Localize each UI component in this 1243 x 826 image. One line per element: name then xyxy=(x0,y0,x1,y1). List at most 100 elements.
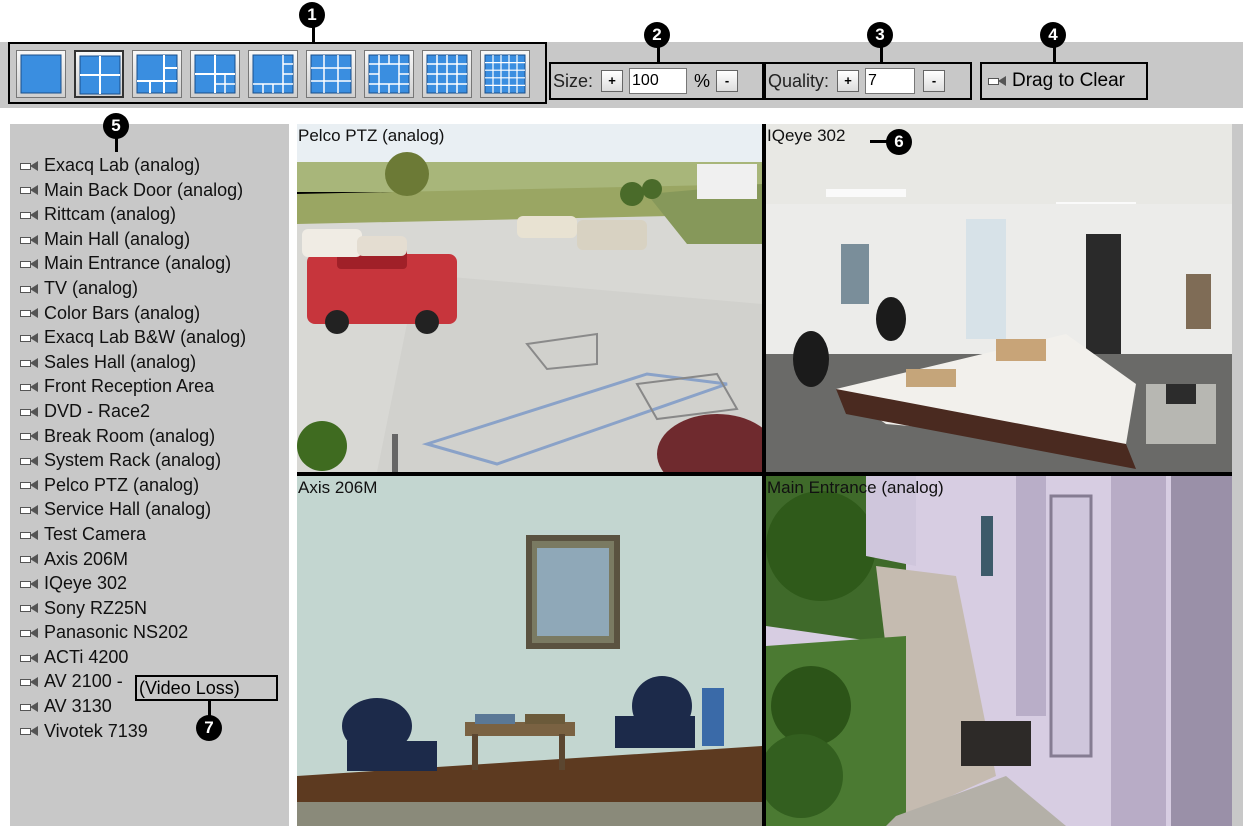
camera-list-item[interactable]: Service Hall (analog) xyxy=(20,497,246,522)
camera-icon xyxy=(20,505,38,516)
camera-icon xyxy=(20,726,38,737)
callout-line xyxy=(312,26,315,44)
camera-icon xyxy=(20,677,38,688)
camera-name: Main Hall (analog) xyxy=(44,228,191,249)
drag-to-clear-target[interactable]: Drag to Clear xyxy=(980,62,1148,100)
layout-1plus12-button[interactable] xyxy=(364,50,414,98)
camera-list-item[interactable]: Rittcam (analog) xyxy=(20,202,246,227)
camera-list-item[interactable]: Main Hall (analog) xyxy=(20,227,246,252)
waiting-room-feed xyxy=(297,476,762,826)
layout-4x4-button[interactable] xyxy=(422,50,472,98)
camera-name: DVD - Race2 xyxy=(44,400,151,421)
layout-1plus9-icon xyxy=(252,54,294,94)
layout-3x3-icon xyxy=(310,54,352,94)
layout-1plus12-icon xyxy=(368,54,410,94)
layout-1plus5-icon xyxy=(136,54,178,94)
camera-icon xyxy=(20,406,38,418)
camera-name: AV 2100 - xyxy=(44,671,123,692)
callout-3: 3 xyxy=(867,22,893,48)
camera-list-panel: Exacq Lab (analog) Main Back Door (analog… xyxy=(10,124,289,826)
callout-5: 5 xyxy=(103,113,129,139)
camera-name: Color Bars (analog) xyxy=(44,302,201,323)
quality-label: Quality: xyxy=(768,70,830,91)
camera-icon xyxy=(20,529,38,541)
camera-icon xyxy=(20,431,38,442)
callout-7: 7 xyxy=(196,715,222,741)
camera-list-item[interactable]: DVD - Race2 xyxy=(20,399,246,424)
camera-list-item[interactable]: Exacq Lab B&W (analog) xyxy=(20,325,246,350)
camera-list-item[interactable]: Exacq Lab (analog) xyxy=(20,153,246,178)
camera-icon xyxy=(20,357,38,369)
camera-list-item[interactable]: Main Entrance (analog) xyxy=(20,251,246,276)
video-tile-axis-206m[interactable]: Axis 206M xyxy=(297,476,762,826)
quality-decrease-button[interactable]: - xyxy=(923,70,946,92)
camera-name: AV 3130 xyxy=(44,696,112,717)
camera-name: Exacq Lab B&W (analog) xyxy=(44,327,247,348)
layout-5x5-button[interactable] xyxy=(480,50,530,98)
video-loss-indicator: (Video Loss) xyxy=(135,675,278,701)
camera-list-item[interactable]: ACTi 4200 xyxy=(20,645,246,670)
layout-selector xyxy=(8,42,547,104)
video-grid: Pelco PTZ (analog) IQeye 302 Axis 206M M… xyxy=(297,124,1233,826)
size-decrease-button[interactable]: - xyxy=(716,70,739,92)
camera-name: Main Entrance (analog) xyxy=(44,253,232,274)
camera-icon xyxy=(20,160,38,172)
camera-list-item[interactable]: Sony RZ25N xyxy=(20,596,246,621)
camera-name: Sony RZ25N xyxy=(44,597,148,618)
camera-list-item[interactable]: System Rack (analog) xyxy=(20,448,246,473)
video-tile-pelco-ptz[interactable]: Pelco PTZ (analog) xyxy=(297,124,762,472)
video-tile-main-entrance[interactable]: Main Entrance (analog) xyxy=(766,476,1232,826)
camera-icon xyxy=(20,480,38,491)
right-edge-panel xyxy=(1232,124,1243,826)
layout-2x2-button[interactable] xyxy=(74,50,124,98)
camera-list-item[interactable]: Main Back Door (analog) xyxy=(20,178,246,203)
callout-line xyxy=(657,46,660,64)
layout-5x5-icon xyxy=(484,54,526,94)
camera-icon xyxy=(20,259,38,270)
camera-list-item[interactable]: Break Room (analog) xyxy=(20,424,246,449)
layout-3x3-button[interactable] xyxy=(306,50,356,98)
callout-line xyxy=(880,46,883,64)
callout-1: 1 xyxy=(299,2,325,28)
drag-to-clear-label: Drag to Clear xyxy=(1012,70,1125,91)
camera-icon xyxy=(20,652,38,664)
camera-name: Test Camera xyxy=(44,523,147,544)
camera-icon xyxy=(20,209,38,221)
quality-input[interactable]: 7 xyxy=(865,68,916,94)
camera-list-item[interactable]: Sales Hall (analog) xyxy=(20,350,246,375)
size-input[interactable]: 100 xyxy=(629,68,688,94)
video-tile-iqeye-302[interactable]: IQeye 302 xyxy=(766,124,1232,472)
camera-list-item[interactable]: Axis 206M xyxy=(20,547,246,572)
layout-1plus9-button[interactable] xyxy=(248,50,298,98)
callout-6: 6 xyxy=(886,129,912,155)
camera-list-item[interactable]: IQeye 302 xyxy=(20,571,246,596)
camera-icon xyxy=(20,554,38,565)
parking-lot-feed xyxy=(297,124,762,472)
camera-list-item[interactable]: Color Bars (analog) xyxy=(20,301,246,326)
tile-title: Main Entrance (analog) xyxy=(767,478,944,497)
camera-icon xyxy=(20,234,38,246)
quality-increase-button[interactable]: + xyxy=(837,70,860,92)
camera-list-item[interactable]: Pelco PTZ (analog) xyxy=(20,473,246,498)
callout-4: 4 xyxy=(1040,22,1066,48)
size-label: Size: xyxy=(553,70,594,91)
layout-1plus5-button[interactable] xyxy=(132,50,182,98)
callout-line xyxy=(115,138,118,152)
layout-1plus7-button[interactable] xyxy=(190,50,240,98)
camera-list-item[interactable]: Front Reception Area xyxy=(20,374,246,399)
callout-line xyxy=(1053,46,1056,64)
size-control: Size: + 100 % - xyxy=(549,62,764,100)
camera-list-item[interactable]: Test Camera xyxy=(20,522,246,547)
camera-name: Sales Hall (analog) xyxy=(44,351,197,372)
reception-feed xyxy=(766,124,1232,472)
layout-1x1-button[interactable] xyxy=(16,50,66,98)
callout-2: 2 xyxy=(644,22,670,48)
camera-name: IQeye 302 xyxy=(44,573,128,594)
camera-list-item[interactable]: Panasonic NS202 xyxy=(20,620,246,645)
size-increase-button[interactable]: + xyxy=(601,70,624,92)
size-unit: % xyxy=(694,70,711,91)
camera-list-item[interactable]: TV (analog) xyxy=(20,276,246,301)
layout-1x1-icon xyxy=(20,54,62,94)
tile-title: Axis 206M xyxy=(298,478,378,497)
camera-icon xyxy=(20,185,38,196)
